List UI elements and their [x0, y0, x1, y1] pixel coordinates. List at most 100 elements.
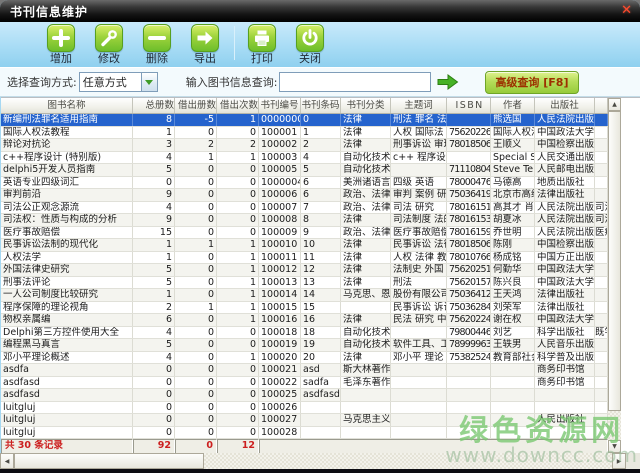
- table-cell: 1: [301, 127, 341, 139]
- table-row[interactable]: delphi5开发人员指南5001000055自动化技术.7111080408S…: [1, 164, 608, 177]
- toolbar-button-导出[interactable]: 导出: [184, 24, 226, 65]
- title-bar[interactable]: 书刊信息维护 ✕: [0, 0, 640, 22]
- table-cell: 100006: [259, 189, 301, 201]
- table-cell: [447, 402, 491, 414]
- table-row[interactable]: 邓小平理论概述40110002020法律邓小平 理论 思7538252476教育…: [1, 352, 608, 365]
- table-cell: 9: [133, 189, 175, 201]
- table-cell: 0: [217, 214, 259, 226]
- column-header[interactable]: 借出册数: [175, 98, 217, 113]
- table-row[interactable]: Delphi第三方控件使用大全40010001818自动化技术.79800446…: [1, 327, 608, 340]
- table-cell: 谢在权: [491, 314, 535, 326]
- table-row[interactable]: 英语专业四级词汇00010000046美洲诸语言四级 英语7800047601马…: [1, 177, 608, 190]
- vertical-scroll-thumb[interactable]: [608, 111, 621, 411]
- table-cell: 0: [217, 127, 259, 139]
- scroll-left-icon[interactable]: ◀: [0, 453, 14, 469]
- table-cell: 100021: [259, 364, 301, 376]
- vertical-scroll-track[interactable]: [608, 411, 621, 440]
- advanced-query-button[interactable]: 高级查询 [F8]: [485, 71, 578, 94]
- table-cell: 民事诉讼 诉讼: [391, 302, 447, 314]
- table-cell: 1: [175, 152, 217, 164]
- table-row[interactable]: 医疗事故赔偿15001000099政治、法律医疗事故赔偿7801615980乔世…: [1, 227, 608, 240]
- column-header[interactable]: 图书名称: [1, 98, 133, 113]
- table-cell: 2: [175, 139, 217, 151]
- column-header[interactable]: 主题词: [391, 98, 447, 113]
- horizontal-scrollbar[interactable]: ◀ ▶: [0, 453, 640, 469]
- table-cell: 8: [133, 114, 175, 126]
- table-row[interactable]: 辩论对抗论3221000022法律刑事诉讼 审理780185067X王顺义中国检…: [1, 139, 608, 152]
- toolbar-button-删除[interactable]: 删除: [136, 24, 178, 65]
- table-cell: 7562015740: [447, 277, 491, 289]
- toolbar-button-修改[interactable]: 修改: [88, 24, 130, 65]
- table-row[interactable]: 人权法学10110001111法律人权 法律 教材7801076613杨成铭中国…: [1, 252, 608, 265]
- table-row[interactable]: asdfa000100021asd斯大林著作商务印书馆: [1, 364, 608, 377]
- table-cell: 辩论对抗论: [1, 139, 133, 151]
- scroll-right-icon[interactable]: ▶: [612, 453, 626, 469]
- go-arrow-icon[interactable]: [437, 73, 459, 91]
- table-cell: [491, 364, 535, 376]
- toolbar-button-增加[interactable]: 增加: [40, 24, 82, 65]
- table-cell: 法律出版社: [535, 289, 595, 301]
- toolbar-button-打印[interactable]: 打印: [241, 24, 283, 65]
- table-cell: 1: [217, 252, 259, 264]
- table-cell: 1: [133, 127, 175, 139]
- power-icon: [296, 24, 324, 52]
- table-cell: 2: [217, 139, 259, 151]
- table-cell: 0: [133, 364, 175, 376]
- table-row[interactable]: luitgluj000100027马克思主义.人民出版社: [1, 414, 608, 427]
- table-cell: 7503628480: [447, 302, 491, 314]
- table-cell: 4: [133, 152, 175, 164]
- column-header[interactable]: 书刊条码: [301, 98, 341, 113]
- column-header[interactable]: 总册数: [133, 98, 175, 113]
- table-cell: [595, 339, 608, 351]
- table-cell: 0: [175, 189, 217, 201]
- table-row[interactable]: 外国法律史研究50110001212法律法制史 外国 教7562025118何勤…: [1, 264, 608, 277]
- table-cell: 100010: [259, 239, 301, 251]
- table-row[interactable]: 国际人权法教程1001000011法律人权 国际法 教7562022631国际人…: [1, 127, 608, 140]
- table-row[interactable]: 新编刑法罪名适用指南8-510000000000法律刑法 罪名 法律熊选国人民法…: [1, 114, 608, 127]
- table-row[interactable]: 民事诉讼法制的现代化11110001010法律民事诉讼 法律7801850610…: [1, 239, 608, 252]
- column-header[interactable]: I S B N: [447, 98, 491, 113]
- column-header[interactable]: [595, 98, 608, 113]
- table-row[interactable]: 程序保障的理论视角21110001515民事诉讼 诉讼7503628480刘荣军…: [1, 302, 608, 315]
- table-cell: 0: [133, 414, 175, 426]
- table-cell: 0: [217, 202, 259, 214]
- close-icon[interactable]: ✕: [621, 4, 632, 18]
- table-cell: 100028: [259, 427, 301, 439]
- table-row[interactable]: 一人公司制度比较研究10110001414马克思、恩股份有限公司75036412…: [1, 289, 608, 302]
- scroll-down-icon[interactable]: ▼: [608, 440, 621, 453]
- table-cell: 人民法院出版: [535, 202, 595, 214]
- table-row[interactable]: 司法公正观念源流4001000077政治、法律司法 研究7801615115高其…: [1, 202, 608, 215]
- combo-dropdown-button[interactable]: [141, 73, 157, 91]
- table-cell: 0: [175, 127, 217, 139]
- table-row[interactable]: c++程序设计 (特别版)4111000034自动化技术.c++ 程序设计Spe…: [1, 152, 608, 165]
- table-row[interactable]: 物权亲属编60110001616法律民法 研究 中国7562022410谢在权中…: [1, 314, 608, 327]
- table-row[interactable]: luitgluj000100028: [1, 427, 608, 440]
- table-row[interactable]: 司法权：性质与构成的分析9001000088法律司法制度 法的780161536…: [1, 214, 608, 227]
- table-row[interactable]: 刑事法评论50110001313法律刑法7562015740陈兴良中国政法大学: [1, 277, 608, 290]
- toolbar-button-关闭[interactable]: 关闭: [289, 24, 331, 65]
- table-cell: 法律出版社: [535, 189, 595, 201]
- vertical-scrollbar[interactable]: ▲ ▼: [608, 98, 621, 453]
- column-header[interactable]: 出版社: [535, 98, 595, 113]
- scroll-up-icon[interactable]: ▲: [608, 98, 621, 111]
- table-row[interactable]: 审判前沿9001000066政治、法律审判 案例 研究7503641979北京市…: [1, 189, 608, 202]
- table-row[interactable]: 编程黑马真言50010001919自动化技术.软件工具、工具7899996309…: [1, 339, 608, 352]
- table-cell: 陈刚: [491, 239, 535, 251]
- query-mode-select[interactable]: 任意方式: [79, 72, 158, 92]
- table-row[interactable]: asdfasd000100025asdfasd: [1, 389, 608, 402]
- search-input[interactable]: [279, 72, 431, 92]
- table-cell: 0: [133, 389, 175, 401]
- table-row[interactable]: asdfasd000100022sadfa毛泽东著作商务印书馆: [1, 377, 608, 390]
- column-header[interactable]: 借出次数: [217, 98, 259, 113]
- table-cell: [595, 239, 608, 251]
- horizontal-scroll-track[interactable]: [204, 453, 612, 469]
- column-header[interactable]: 书刊编号: [259, 98, 301, 113]
- horizontal-scroll-thumb[interactable]: [14, 453, 204, 469]
- column-header[interactable]: 作者: [491, 98, 535, 113]
- table-cell: 司法: [595, 214, 608, 226]
- table-row[interactable]: luitgluj000100026: [1, 402, 608, 415]
- table-cell: 民事诉讼 法律: [391, 239, 447, 251]
- column-header[interactable]: 书刊分类: [341, 98, 391, 113]
- table-cell: 0: [175, 427, 217, 439]
- table-cell: luitgluj: [1, 427, 133, 439]
